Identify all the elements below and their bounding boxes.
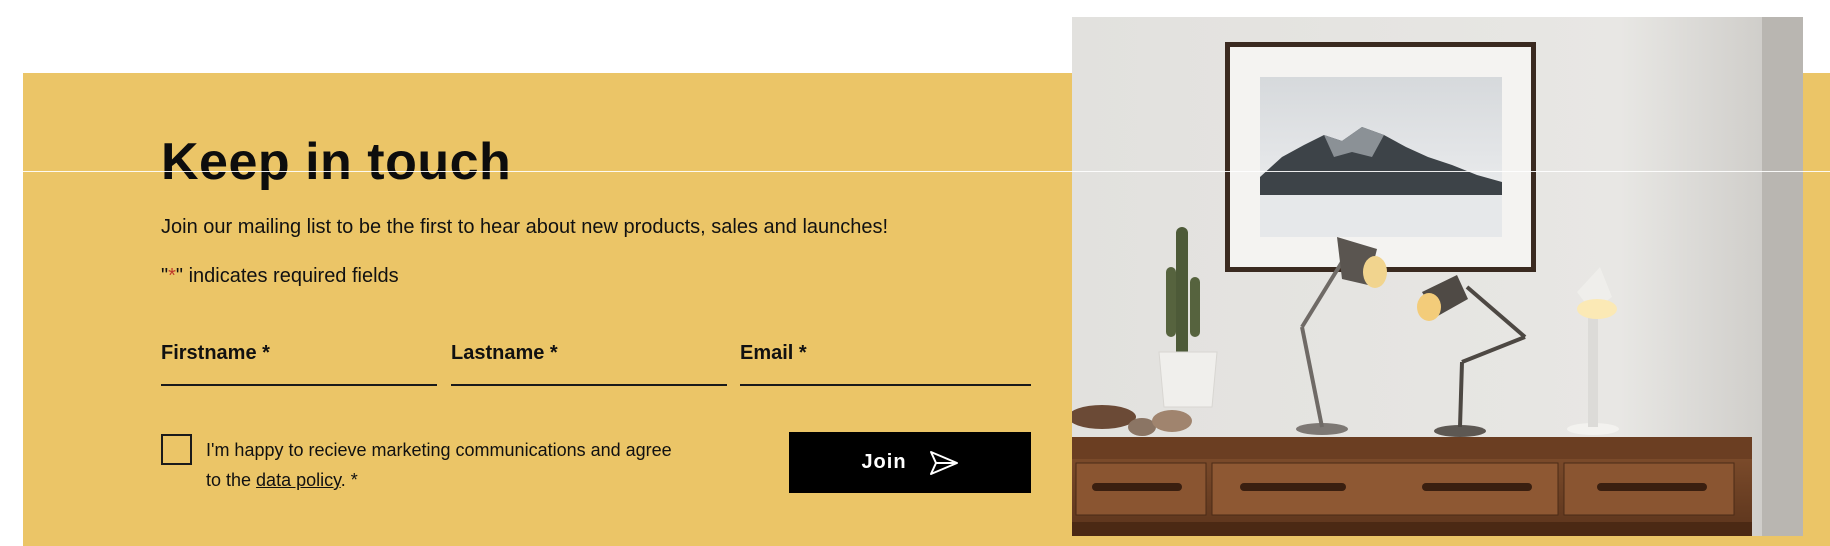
data-policy-link[interactable]: data policy [256, 470, 341, 490]
required-star: * [168, 265, 176, 287]
join-button[interactable]: Join [789, 432, 1031, 493]
required-note-suffix: " indicates required fields [175, 265, 399, 287]
lastname-label: Lastname * [451, 342, 558, 364]
newsletter-subtitle: Join our mailing list to be the first to… [161, 216, 889, 238]
send-arrow-icon [929, 450, 958, 475]
firstname-field[interactable]: Firstname * [161, 338, 437, 386]
consent-text-after: . * [340, 470, 358, 490]
email-field[interactable]: Email * [740, 338, 1031, 386]
divider-line [23, 171, 1830, 172]
required-fields-note: "*" indicates required fields [161, 265, 399, 288]
newsletter-title: Keep in touch [161, 133, 512, 191]
firstname-label: Firstname * [161, 342, 270, 364]
email-label: Email * [740, 342, 807, 364]
join-label: Join [861, 451, 907, 473]
interior-photo-illustration [1072, 17, 1803, 536]
consent-checkbox[interactable] [161, 434, 192, 465]
consent-text: I'm happy to recieve marketing communica… [206, 435, 676, 495]
lastname-field[interactable]: Lastname * [451, 338, 727, 386]
interior-photo [1072, 17, 1803, 536]
